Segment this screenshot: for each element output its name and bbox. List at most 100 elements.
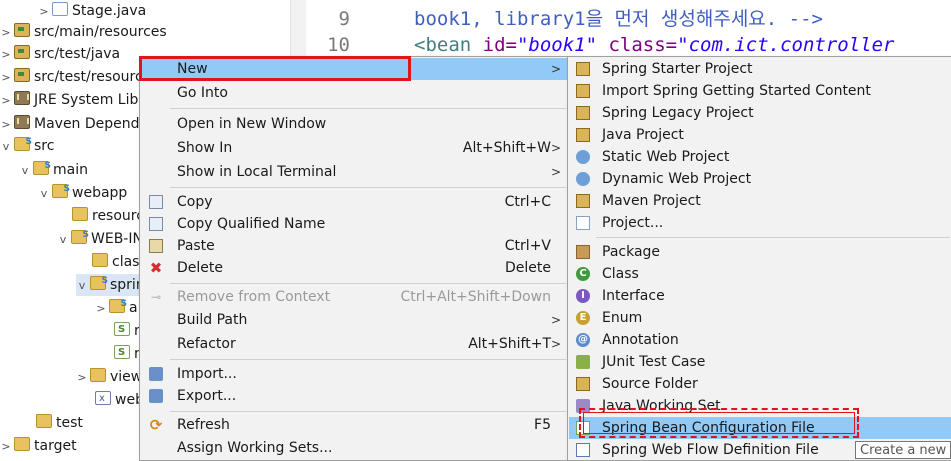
submenu-item-java-working-set[interactable]: Java Working Set xyxy=(569,395,951,417)
shortcut-label: Ctrl+Alt+Shift+Down xyxy=(400,289,551,305)
export-icon xyxy=(149,389,163,403)
submenu-item-import-spring-getting-started[interactable]: Import Spring Getting Started Content xyxy=(569,80,951,102)
menu-item-paste[interactable]: Paste Ctrl+V xyxy=(141,235,567,257)
tree-item-web-inf[interactable]: vWEB-INF xyxy=(57,224,151,251)
chevron-right-icon: > xyxy=(550,62,561,76)
tree-item-r1[interactable]: r xyxy=(114,319,140,342)
chevron-right-icon[interactable]: > xyxy=(0,436,12,458)
globe-icon xyxy=(576,150,590,164)
submenu-item-interface[interactable]: I Interface xyxy=(569,285,951,307)
menu-item-copy[interactable]: Copy Ctrl+C xyxy=(141,191,567,213)
tree-item-spring[interactable]: vspring xyxy=(76,270,154,297)
menu-item-show-in[interactable]: Show In Alt+Shift+W > xyxy=(141,137,567,159)
submenu-item-spring-starter-project[interactable]: Spring Starter Project xyxy=(569,58,951,80)
library-icon xyxy=(14,91,30,105)
menu-item-open-new-window[interactable]: Open in New Window xyxy=(141,113,567,135)
submenu-item-spring-legacy-project[interactable]: Spring Legacy Project xyxy=(569,102,951,124)
menu-item-assign-working-sets[interactable]: Assign Working Sets... xyxy=(141,437,567,459)
submenu-item-annotation[interactable]: @ Annotation xyxy=(569,329,951,351)
chevron-right-icon: > xyxy=(550,141,561,155)
spring-file-icon xyxy=(114,342,130,364)
tree-item-target[interactable]: > target xyxy=(0,435,77,457)
shortcut-label: Ctrl+C xyxy=(504,194,551,210)
menu-item-refactor[interactable]: Refactor Alt+Shift+T > xyxy=(141,333,567,355)
menu-item-copy-qualified-name[interactable]: Copy Qualified Name xyxy=(141,213,567,235)
menu-item-new[interactable]: New > xyxy=(141,58,567,80)
menu-item-show-local-terminal[interactable]: Show in Local Terminal > xyxy=(141,161,567,183)
menu-separator xyxy=(170,187,566,188)
code-string: "book1" xyxy=(516,34,598,56)
tree-item-stage-java[interactable]: > Stage.java xyxy=(38,0,146,22)
folder-icon xyxy=(52,178,70,200)
code-tag: <bean xyxy=(414,34,483,56)
folder-icon xyxy=(36,414,52,428)
chevron-down-icon[interactable]: v xyxy=(57,229,69,251)
code-attribute: class= xyxy=(597,34,678,56)
folder-icon xyxy=(109,293,127,315)
chevron-right-icon[interactable]: > xyxy=(0,44,12,66)
working-set-icon xyxy=(576,399,590,413)
chevron-right-icon[interactable]: > xyxy=(38,1,50,23)
submenu-item-junit-test-case[interactable]: JUnit Test Case xyxy=(569,351,951,373)
library-icon xyxy=(14,115,30,129)
source-folder-icon xyxy=(576,377,590,391)
refresh-icon: ⟳ xyxy=(149,416,163,434)
folder-icon xyxy=(72,207,88,221)
chevron-down-icon[interactable]: v xyxy=(38,183,50,205)
chevron-right-icon[interactable]: > xyxy=(0,22,12,44)
menu-item-go-into[interactable]: Go Into xyxy=(141,82,567,104)
menu-item-build-path[interactable]: Build Path > xyxy=(141,309,567,331)
menu-item-delete[interactable]: ✖ Delete Delete xyxy=(141,257,567,279)
shortcut-label: Ctrl+V xyxy=(504,238,551,254)
submenu-item-spring-bean-configuration-file[interactable]: Spring Bean Configuration File xyxy=(569,417,951,439)
submenu-item-dynamic-web-project[interactable]: Dynamic Web Project xyxy=(569,168,951,190)
submenu-item-source-folder[interactable]: Source Folder xyxy=(569,373,951,395)
menu-separator xyxy=(170,359,566,360)
submenu-item-static-web-project[interactable]: Static Web Project xyxy=(569,146,951,168)
menu-item-export[interactable]: Export... xyxy=(141,385,567,407)
chevron-down-icon[interactable]: v xyxy=(0,136,12,158)
code-string: "com.ict.controller xyxy=(677,34,895,56)
tree-item-src-test-resources[interactable]: > src/test/resources xyxy=(0,66,159,88)
submenu-item-package[interactable]: Package xyxy=(569,241,951,263)
folder-icon xyxy=(92,253,108,267)
maven-project-icon xyxy=(576,194,590,208)
chevron-right-icon[interactable]: > xyxy=(95,298,107,320)
chevron-right-icon[interactable]: > xyxy=(76,367,88,389)
folder-icon xyxy=(90,270,108,292)
spring-legacy-icon xyxy=(576,106,590,120)
tree-item-src-main-resources[interactable]: > src/main/resources xyxy=(0,21,167,43)
tree-item-src-test-java[interactable]: > src/test/java xyxy=(0,43,120,65)
tree-item-src[interactable]: vsrc xyxy=(0,131,55,158)
spring-file-icon xyxy=(114,319,130,341)
copy-icon xyxy=(149,195,163,209)
tree-item-webapp[interactable]: vwebapp xyxy=(38,178,128,205)
menu-item-refresh[interactable]: ⟳ Refresh F5 xyxy=(141,414,567,436)
chevron-right-icon[interactable]: > xyxy=(0,90,12,112)
menu-item-remove-from-context[interactable]: ⊸ Remove from Context Ctrl+Alt+Shift+Down xyxy=(141,286,567,308)
submenu-item-class[interactable]: C Class xyxy=(569,263,951,285)
delete-icon: ✖ xyxy=(149,259,163,277)
class-icon: C xyxy=(576,267,590,281)
menu-item-import[interactable]: Import... xyxy=(141,363,567,385)
chevron-right-icon[interactable]: > xyxy=(0,114,12,136)
shortcut-label: Alt+Shift+T xyxy=(468,336,551,352)
submenu-item-enum[interactable]: E Enum xyxy=(569,307,951,329)
submenu-item-maven-project[interactable]: Maven Project xyxy=(569,190,951,212)
copy-qualified-icon xyxy=(149,217,163,231)
submenu-item-project[interactable]: Project... xyxy=(569,212,951,234)
tree-item-a[interactable]: >a xyxy=(95,293,137,320)
submenu-item-java-project[interactable]: Java Project xyxy=(569,124,951,146)
chevron-right-icon[interactable]: > xyxy=(0,67,12,89)
java-file-icon xyxy=(52,2,68,16)
chevron-right-icon: > xyxy=(550,337,561,351)
enum-icon: E xyxy=(576,311,590,325)
tree-item-test[interactable]: test xyxy=(36,412,83,434)
chevron-down-icon[interactable]: v xyxy=(19,160,31,182)
spring-project-icon xyxy=(576,62,590,76)
tree-item-main[interactable]: vmain xyxy=(19,155,88,182)
chevron-down-icon[interactable]: v xyxy=(76,275,88,297)
folder-icon xyxy=(14,437,30,451)
shortcut-label: F5 xyxy=(534,417,551,433)
tree-item-r2[interactable]: r xyxy=(114,342,140,365)
